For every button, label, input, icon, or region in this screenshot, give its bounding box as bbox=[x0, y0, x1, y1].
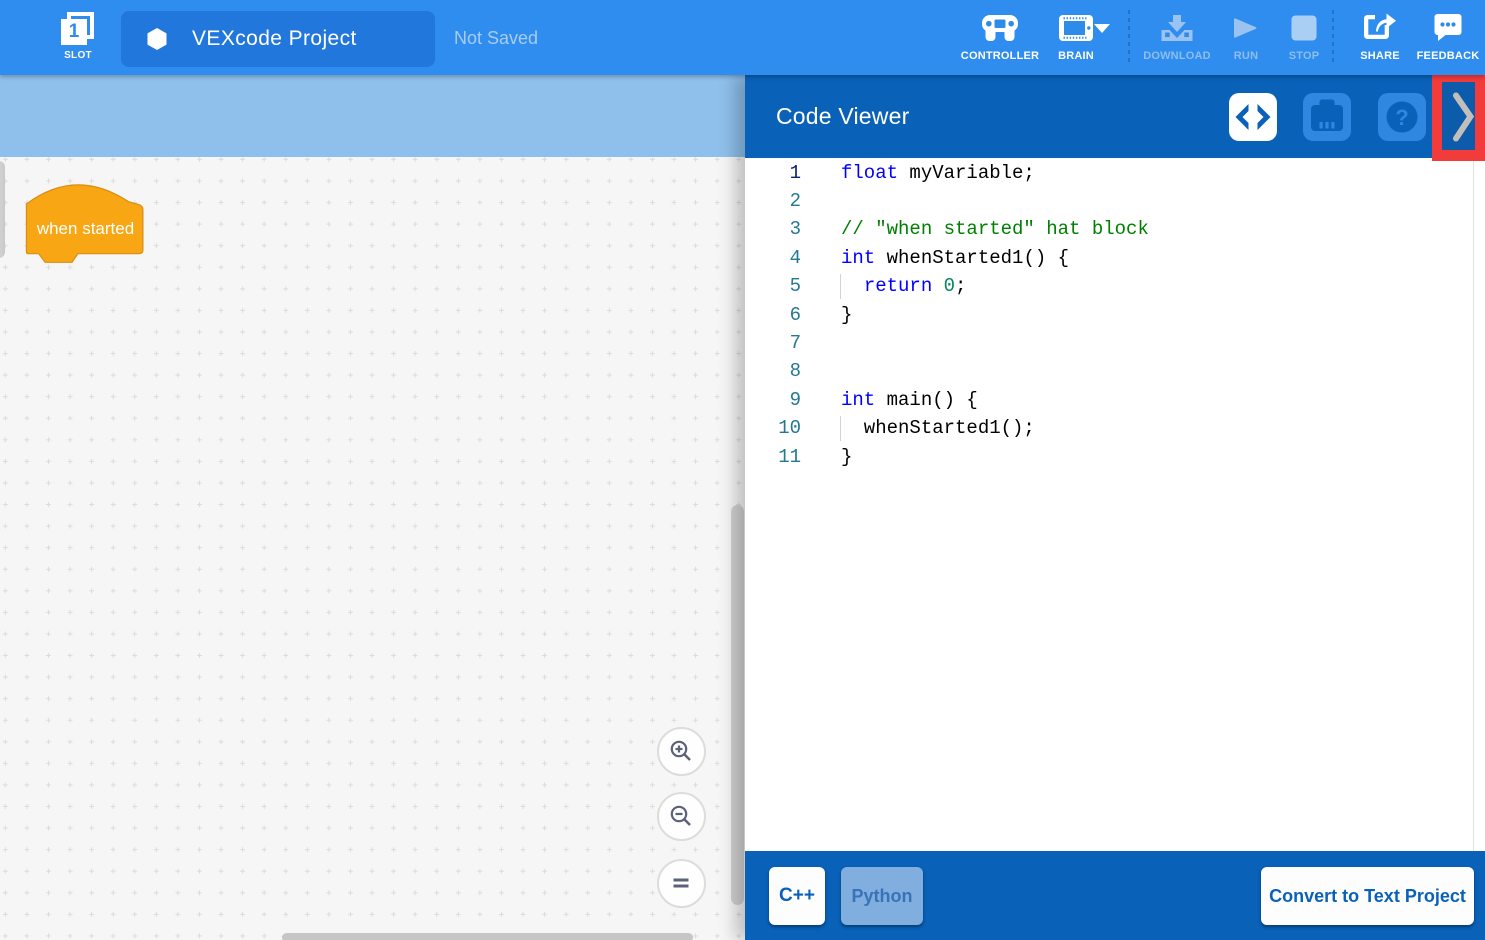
svg-text:?: ? bbox=[1395, 105, 1408, 130]
